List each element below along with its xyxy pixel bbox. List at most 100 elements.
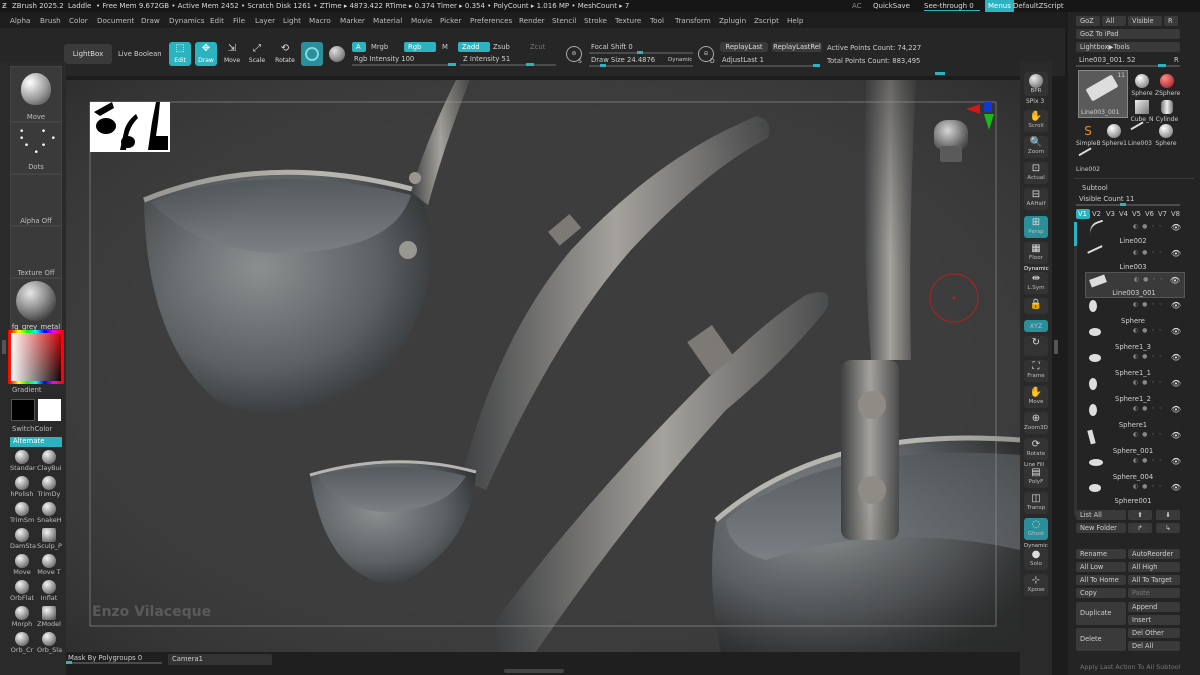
menu-edit[interactable]: Edit: [210, 16, 224, 25]
visibility-eye-icon[interactable]: 👁: [1171, 301, 1181, 310]
zoom3d-button[interactable]: ⊕ Zoom3D: [1024, 412, 1048, 434]
zoom-button[interactable]: 🔍 Zoom: [1024, 136, 1048, 158]
subtool-toggles-icon[interactable]: ◐ ● ◦ ◦: [1133, 301, 1163, 308]
subtool-item-line003[interactable]: ◐ ● ◦ ◦ 👁 Line003: [1085, 245, 1185, 272]
brush-morph[interactable]: Morph: [10, 606, 34, 632]
menu-transform[interactable]: Transform: [675, 16, 711, 25]
menu-draw[interactable]: Draw: [141, 16, 160, 25]
menu-render[interactable]: Render: [519, 16, 545, 25]
rgb-button[interactable]: Rgb: [404, 42, 436, 52]
stroke-thumbnail[interactable]: • • • • • • • Dots: [10, 122, 62, 174]
see-through-slider[interactable]: See-through 0: [924, 2, 980, 11]
camera-field[interactable]: Camera1: [168, 654, 272, 665]
subtool-item-line003-001-selected[interactable]: ◐ ● ◦ ◦ 👁 Line003_001: [1085, 272, 1185, 298]
brush-claybuildup[interactable]: ClayBui: [37, 450, 62, 476]
version-v6[interactable]: V6: [1145, 210, 1154, 218]
menu-preferences[interactable]: Preferences: [470, 16, 512, 25]
tool-thumb-line003-001[interactable]: 11 Line003_001: [1078, 70, 1128, 118]
brush-hpolish[interactable]: hPolish: [10, 476, 34, 502]
visibility-eye-icon[interactable]: 👁: [1171, 249, 1181, 258]
tool-thumb-simplebrush[interactable]: S SimpleB: [1076, 120, 1101, 148]
visible-button[interactable]: Visible: [1128, 16, 1162, 26]
auto-reorder-button[interactable]: AutoReorder: [1128, 549, 1180, 559]
brush-orb-cracks[interactable]: Orb_Cr: [10, 632, 34, 658]
subtool-toggles-icon[interactable]: ◐ ● ◦ ◦: [1133, 249, 1163, 256]
move-up-button[interactable]: ⬆: [1128, 510, 1152, 520]
left-tray-handle-icon[interactable]: [2, 340, 6, 354]
del-other-button[interactable]: Del Other: [1128, 628, 1180, 638]
menu-alpha[interactable]: Alpha: [10, 16, 30, 25]
visibility-eye-icon[interactable]: 👁: [1171, 457, 1181, 466]
menu-stroke[interactable]: Stroke: [584, 16, 607, 25]
current-tool-slider[interactable]: Line003_001. 52: [1079, 56, 1135, 64]
version-v1[interactable]: V1: [1076, 209, 1090, 219]
subtool-toggles-icon[interactable]: ◐ ● ◦ ◦: [1133, 431, 1163, 438]
gradient-label[interactable]: Gradient: [12, 386, 66, 394]
subtool-toggles-icon[interactable]: ◐ ● ◦ ◦: [1134, 276, 1164, 283]
mrgb-button[interactable]: Mrgb: [371, 43, 388, 51]
rotate-axis-button[interactable]: ↻: [1024, 336, 1048, 356]
menu-texture[interactable]: Texture: [615, 16, 641, 25]
version-v2[interactable]: V2: [1092, 210, 1101, 218]
subtool-item-sphere-004[interactable]: ◐ ● ◦ ◦ 👁 Sphere_004: [1085, 454, 1185, 481]
z-intensity-slider[interactable]: Z Intensity 51: [463, 55, 510, 63]
primary-color-swatch[interactable]: [11, 399, 35, 421]
visibility-eye-icon[interactable]: 👁: [1171, 327, 1181, 336]
subtool-toggles-icon[interactable]: ◐ ● ◦ ◦: [1133, 223, 1163, 230]
move-view-button[interactable]: ✋ Move: [1024, 386, 1048, 408]
brush-trimdynamic[interactable]: TrimDy: [37, 476, 61, 502]
texture-thumbnail[interactable]: Texture Off: [10, 226, 62, 278]
subtool-toggles-icon[interactable]: ◐ ● ◦ ◦: [1133, 379, 1163, 386]
version-v5[interactable]: V5: [1132, 210, 1141, 218]
tool-thumb-zsphere[interactable]: ZSphere: [1155, 70, 1180, 98]
zadd-button[interactable]: Zadd: [458, 42, 490, 52]
switch-color-button[interactable]: SwitchColor: [12, 425, 66, 433]
lock-button[interactable]: 🔒: [1024, 298, 1048, 314]
menu-tool[interactable]: Tool: [650, 16, 664, 25]
rgb-intensity-track[interactable]: [352, 64, 456, 66]
right-tray-handle-icon[interactable]: [1054, 340, 1058, 354]
subtool-item-sphere-001[interactable]: ◐ ● ◦ ◦ 👁 Sphere_001: [1085, 428, 1185, 455]
subtool-toggles-icon[interactable]: ◐ ● ◦ ◦: [1133, 353, 1163, 360]
visibility-eye-icon[interactable]: 👁: [1171, 353, 1181, 362]
rotate-view-button[interactable]: ⟳ Rotate: [1024, 438, 1048, 460]
transp-button[interactable]: ◫ Transp: [1024, 492, 1048, 514]
brush-inflate[interactable]: Inflat: [37, 580, 61, 606]
m-button[interactable]: M: [442, 43, 448, 51]
version-v7[interactable]: V7: [1158, 210, 1167, 218]
dynamic-toggle[interactable]: Dynamic: [668, 57, 692, 63]
mask-slider-track[interactable]: [66, 662, 162, 664]
draw-size-slider[interactable]: Draw Size 24.4876: [591, 56, 655, 64]
all-low-button[interactable]: All Low: [1076, 562, 1126, 572]
visibility-eye-icon[interactable]: 👁: [1170, 276, 1180, 285]
scroll-button[interactable]: ✋ Scroll: [1024, 110, 1048, 132]
all-to-home-button[interactable]: All To Home: [1076, 575, 1126, 585]
brush-move[interactable]: Move: [10, 554, 34, 580]
menu-color[interactable]: Color: [69, 16, 88, 25]
r-button[interactable]: R: [1164, 16, 1178, 26]
tool-thumb-sphere1[interactable]: Sphere1: [1102, 120, 1127, 148]
subtool-toggles-icon[interactable]: ◐ ● ◦ ◦: [1133, 327, 1163, 334]
rotate-button[interactable]: ⟲ Rotate: [273, 42, 297, 66]
visible-count-track[interactable]: [1076, 204, 1180, 206]
tool-thumb-line003[interactable]: Line003: [1128, 120, 1152, 148]
mask-by-polygroups-slider[interactable]: Mask By Polygroups 0: [68, 654, 142, 662]
draw-button[interactable]: ✥ Draw: [195, 42, 217, 66]
brush-standard[interactable]: Standar: [10, 450, 36, 476]
subtool-toggles-icon[interactable]: ◐ ● ◦ ◦: [1133, 483, 1163, 490]
move-button[interactable]: ⇲ Move: [221, 42, 243, 66]
secondary-color-swatch[interactable]: [38, 399, 61, 421]
menu-document[interactable]: Document: [97, 16, 134, 25]
list-all-button[interactable]: List All: [1076, 510, 1126, 520]
subtool-item-sphere1-1[interactable]: ◐ ● ◦ ◦ 👁 Sphere1_1: [1085, 350, 1185, 377]
goz-button[interactable]: GoZ: [1076, 16, 1100, 26]
viewport-canvas[interactable]: Enzo Vilaceque: [66, 80, 1020, 652]
menu-zplugin[interactable]: Zplugin: [719, 16, 746, 25]
rename-button[interactable]: Rename: [1076, 549, 1126, 559]
floor-button[interactable]: ▦ Floor: [1024, 242, 1048, 264]
lightbox-button[interactable]: LightBox: [64, 44, 112, 64]
xpose-button[interactable]: ⊹ Xpose: [1024, 574, 1048, 596]
polyf-button[interactable]: ▤ PolyF: [1024, 466, 1048, 488]
visibility-eye-icon[interactable]: 👁: [1171, 405, 1181, 414]
alternate-button[interactable]: Alternate: [10, 437, 62, 447]
